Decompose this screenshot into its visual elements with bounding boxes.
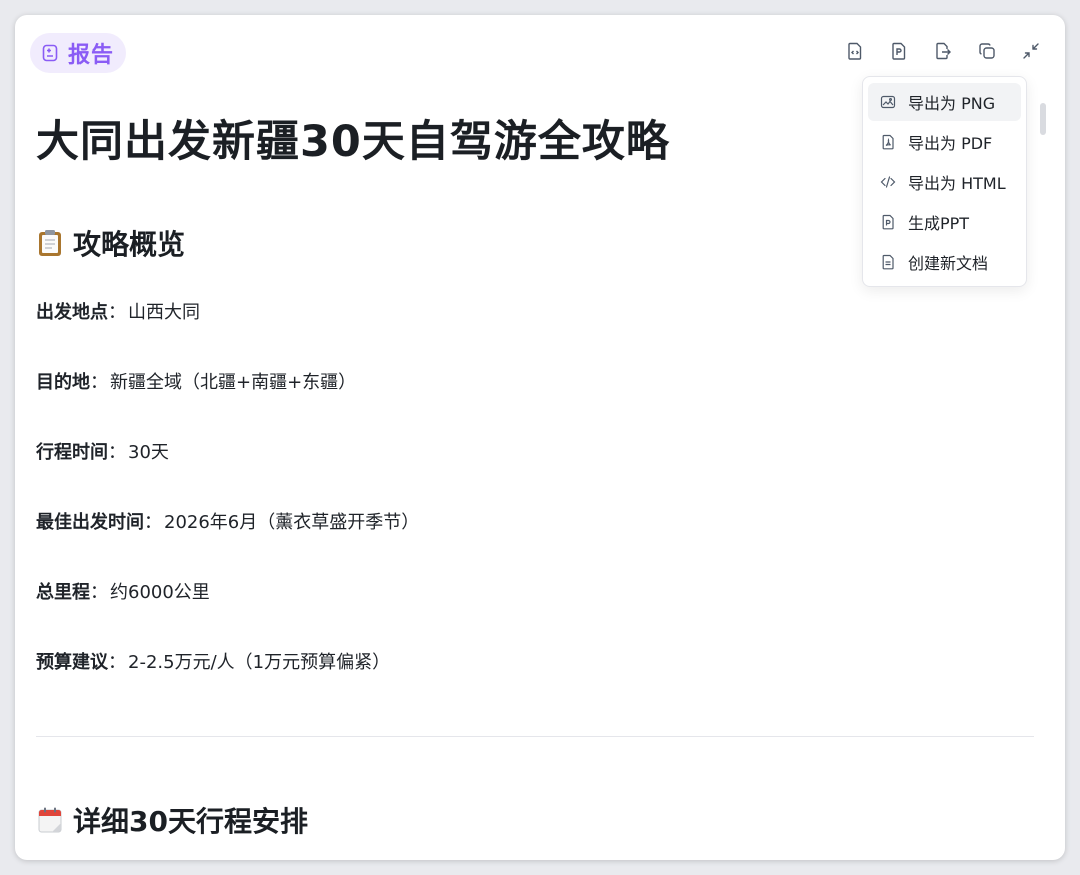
field-separator: ： <box>108 652 126 673</box>
field-value: 2-2.5万元/人（1万元预算偏紧） <box>128 652 391 673</box>
menu-item-export-pdf[interactable]: 导出为 PDF <box>868 123 1021 161</box>
ppt-icon <box>882 214 894 230</box>
menu-item-create-document[interactable]: 创建新文档 <box>868 243 1021 281</box>
image-icon <box>880 95 896 109</box>
collapse-icon <box>1023 43 1039 59</box>
report-badge-label: 报告 <box>68 43 115 68</box>
field-value: 新疆全域（北疆+南疆+东疆） <box>110 372 357 393</box>
menu-item-generate-ppt[interactable]: 生成PPT <box>868 203 1021 241</box>
field-mileage: 总里程：约6000公里 <box>36 578 210 604</box>
section-heading-text: 详细30天行程安排 <box>73 805 308 838</box>
document-icon <box>882 254 894 270</box>
field-destination: 目的地：新疆全域（北疆+南疆+东疆） <box>36 368 356 394</box>
collapse-button[interactable] <box>1017 37 1045 65</box>
pdf-icon <box>882 134 894 150</box>
divider <box>36 736 1034 737</box>
section-heading-text: 攻略概览 <box>73 228 186 261</box>
clipboard-icon <box>35 228 65 258</box>
ppt-file-button[interactable] <box>885 37 913 65</box>
field-duration: 行程时间： 30天 <box>36 438 169 464</box>
field-separator: ： <box>108 302 126 323</box>
field-best-time: 最佳出发时间： 2026年6月（薰衣草盛开季节） <box>36 508 419 534</box>
menu-item-label: 创建新文档 <box>908 254 989 273</box>
export-menu: 导出为 PNG 导出为 PDF 导出为 HTML 生成PPT 创建新文档 <box>862 76 1027 287</box>
field-label: 目的地 <box>36 372 90 393</box>
menu-item-label: 生成PPT <box>908 214 970 233</box>
field-label: 行程时间 <box>36 442 108 463</box>
field-value: 30天 <box>128 442 169 463</box>
code-icon <box>880 176 896 188</box>
field-separator: ： <box>90 372 108 393</box>
export-file-icon <box>936 42 951 60</box>
menu-item-label: 导出为 PNG <box>908 94 996 113</box>
field-separator: ： <box>90 582 108 603</box>
page-title: 大同出发新疆30天自驾游全攻略 <box>36 117 670 167</box>
field-departure: 出发地点：山西大同 <box>36 298 200 324</box>
menu-item-label: 导出为 HTML <box>908 174 1006 193</box>
export-file-button[interactable] <box>929 37 957 65</box>
field-budget: 预算建议： 2-2.5万元/人（1万元预算偏紧） <box>36 648 390 674</box>
section-heading-itinerary: 详细30天行程安排 <box>35 800 308 840</box>
toolbar <box>841 37 1045 65</box>
menu-item-export-png[interactable]: 导出为 PNG <box>868 83 1021 121</box>
field-label: 最佳出发时间 <box>36 512 144 533</box>
field-value: 约6000公里 <box>110 582 210 603</box>
field-label: 出发地点 <box>36 302 108 323</box>
section-heading-overview: 攻略概览 <box>35 223 185 263</box>
field-value: 山西大同 <box>128 302 200 323</box>
field-label: 总里程 <box>36 582 90 603</box>
report-window: 报告 导出为 PNG 导出为 PDF 导出为 HTML 生成PPT 创建新文档 … <box>15 15 1065 860</box>
report-badge: 报告 <box>30 33 127 73</box>
field-separator: ： <box>144 512 162 533</box>
ppt-file-icon <box>892 42 906 60</box>
code-file-icon <box>848 42 862 60</box>
copy-button[interactable] <box>973 37 1001 65</box>
code-file-button[interactable] <box>841 37 869 65</box>
report-icon <box>40 43 60 63</box>
field-label: 预算建议 <box>36 652 108 673</box>
menu-item-label: 导出为 PDF <box>908 134 993 153</box>
scrollbar-thumb[interactable] <box>1040 103 1046 135</box>
menu-item-export-html[interactable]: 导出为 HTML <box>868 163 1021 201</box>
field-value: 2026年6月（薰衣草盛开季节） <box>164 512 420 533</box>
calendar-icon <box>35 805 65 835</box>
field-separator: ： <box>108 442 126 463</box>
copy-icon <box>979 43 995 59</box>
